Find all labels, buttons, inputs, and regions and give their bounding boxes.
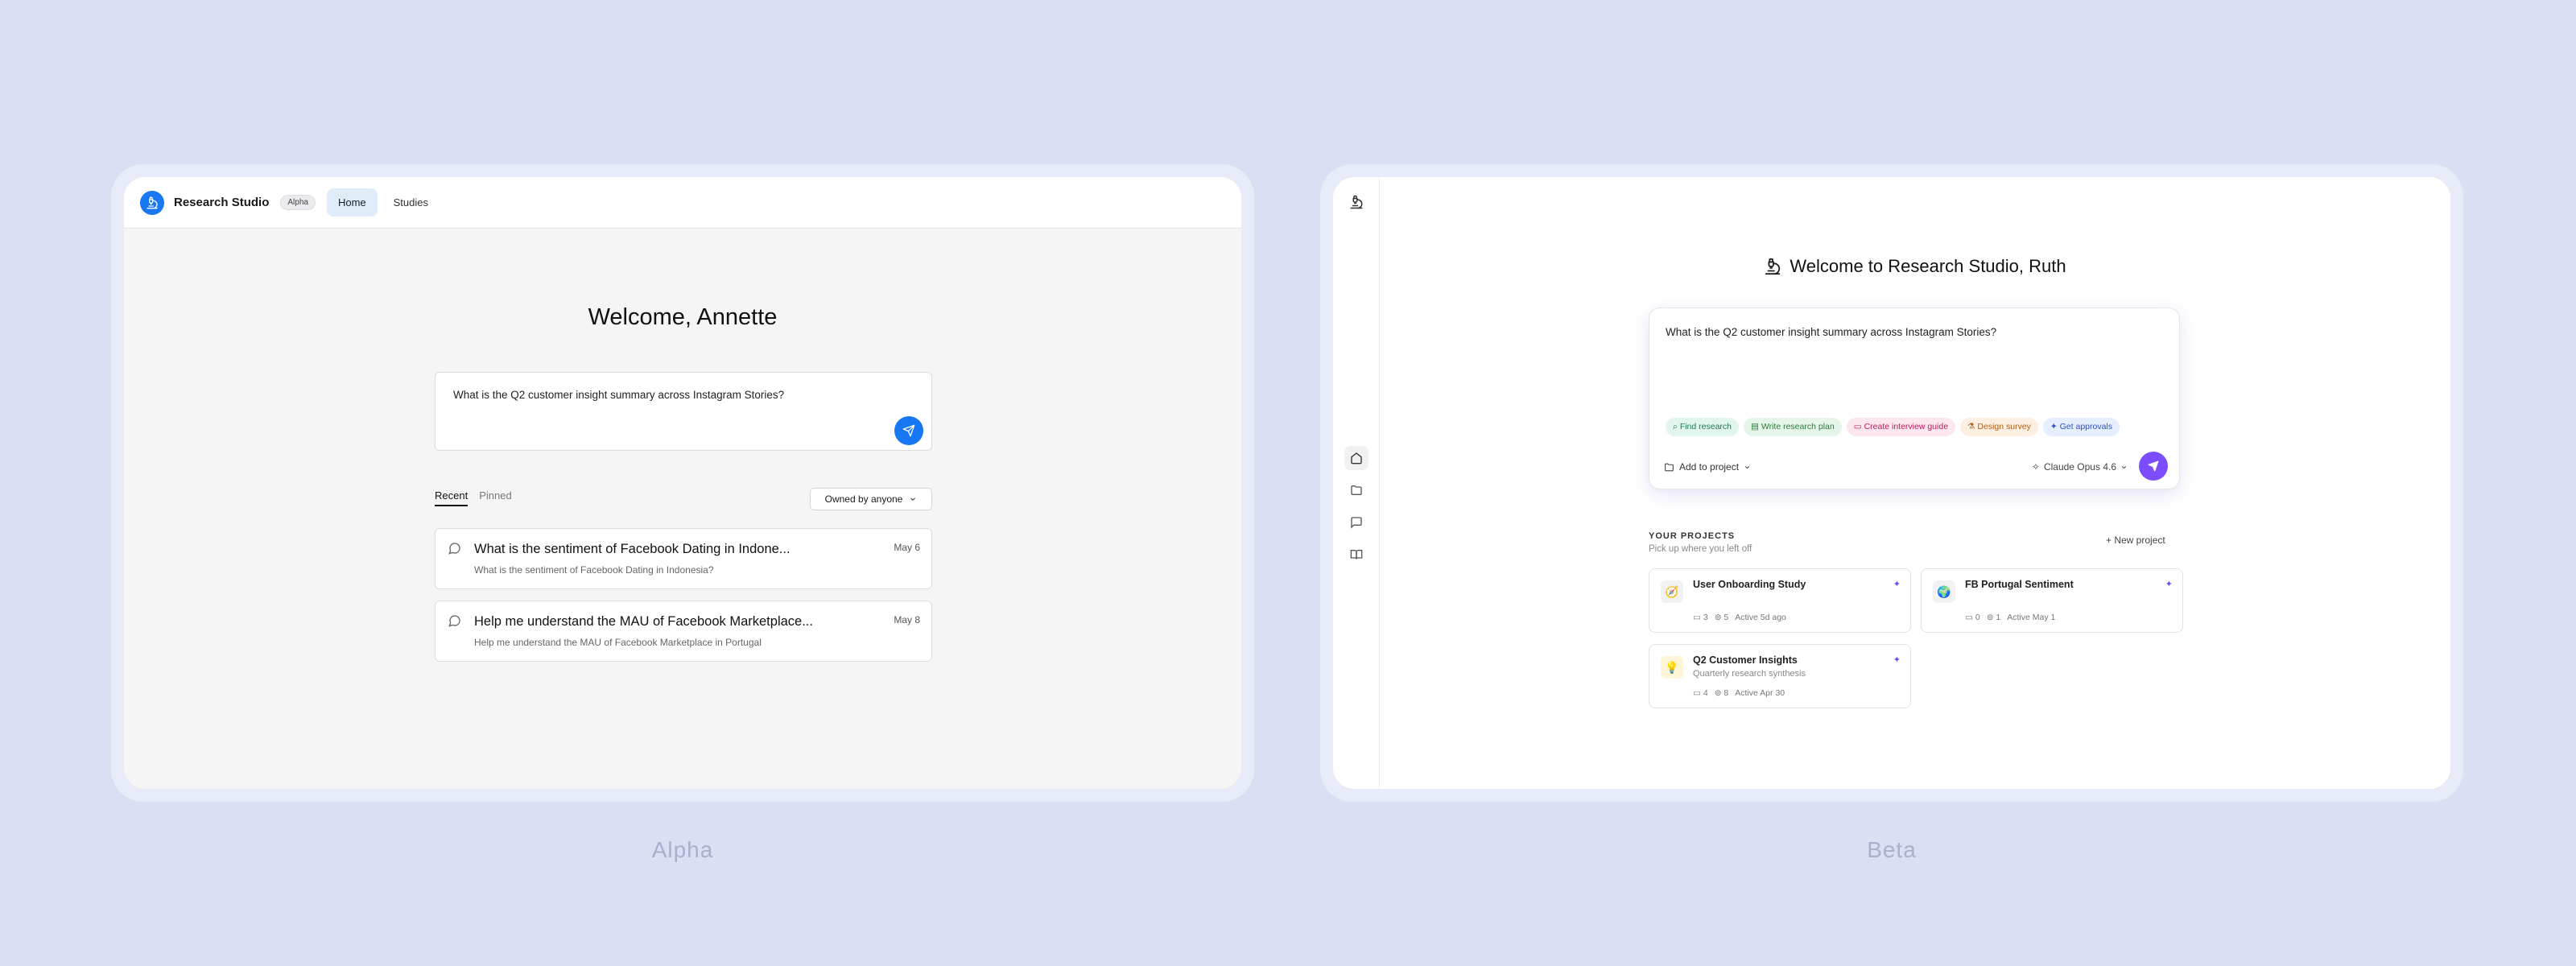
chip-find-research[interactable]: ⌕ Find research xyxy=(1666,418,1740,436)
chevron-down-icon xyxy=(2121,465,2127,469)
alpha-device-frame: Research Studio Alpha Home Studies Welco… xyxy=(111,164,1254,802)
chat-count: ▭ 4 xyxy=(1693,688,1708,698)
pin-icon[interactable]: ✦ xyxy=(1893,654,1901,665)
conversation-title: What is the sentiment of Facebook Dating… xyxy=(474,542,791,556)
alpha-screen: Research Studio Alpha Home Studies Welco… xyxy=(124,177,1241,789)
chip-design-survey[interactable]: ⚗ Design survey xyxy=(1960,418,2038,436)
chat-icon: ▭ xyxy=(1853,422,1864,431)
home-icon[interactable] xyxy=(1344,446,1368,470)
microscope-logo-icon[interactable] xyxy=(1344,190,1368,214)
side-rail xyxy=(1333,177,1380,789)
file-count: ⊚ 8 xyxy=(1714,688,1729,698)
conversation-list: What is the sentiment of Facebook Dating… xyxy=(435,528,932,673)
suggestion-chips: ⌕ Find research ▤ Write research plan ▭ … xyxy=(1666,418,2120,436)
project-title: User Onboarding Study xyxy=(1693,579,1806,590)
welcome-heading: Welcome to Research Studio, Ruth xyxy=(1380,256,2450,277)
tab-pinned[interactable]: Pinned xyxy=(479,489,511,506)
conversation-tabs: Recent Pinned xyxy=(435,489,512,506)
book-icon[interactable] xyxy=(1344,543,1368,567)
ask-input-value[interactable]: What is the Q2 customer insight summary … xyxy=(1666,326,1996,338)
owner-filter-dropdown[interactable]: Owned by anyone xyxy=(810,488,932,510)
projects-subheading: Pick up where you left off xyxy=(1649,544,1752,554)
chat-bubble-icon xyxy=(448,614,461,631)
conversation-subtitle: What is the sentiment of Facebook Dating… xyxy=(474,564,714,576)
ask-input[interactable]: What is the Q2 customer insight summary … xyxy=(435,372,932,451)
project-card[interactable]: 🌍 FB Portugal Sentiment ✦ ▭ 0 ⊚ 1 Active… xyxy=(1921,568,2183,633)
welcome-heading: Welcome, Annette xyxy=(588,304,778,330)
project-meta: ▭ 3 ⊚ 5 Active 5d ago xyxy=(1693,613,1786,622)
folder-icon xyxy=(1665,463,1674,471)
send-button[interactable] xyxy=(2139,452,2168,481)
sparkle-icon: ✧ xyxy=(2031,461,2040,473)
conversation-date: May 8 xyxy=(894,614,920,625)
chat-count: ▭ 0 xyxy=(1965,613,1980,622)
project-title: Q2 Customer Insights xyxy=(1693,654,1798,666)
project-meta: ▭ 4 ⊚ 8 Active Apr 30 xyxy=(1693,688,1785,698)
chip-write-research-plan[interactable]: ▤ Write research plan xyxy=(1744,418,1842,436)
ask-composer: What is the Q2 customer insight summary … xyxy=(1649,308,2180,489)
file-count: ⊚ 5 xyxy=(1714,613,1729,622)
chevron-down-icon xyxy=(910,497,916,501)
ask-input-value[interactable]: What is the Q2 customer insight summary … xyxy=(453,389,784,401)
nav-home[interactable]: Home xyxy=(326,188,378,217)
project-activity: Active Apr 30 xyxy=(1735,688,1785,698)
chat-icon[interactable] xyxy=(1344,510,1368,535)
plus-icon: + xyxy=(2106,535,2115,546)
sparkle-icon: ✦ xyxy=(2050,422,2060,431)
document-icon: ▤ xyxy=(1751,422,1761,431)
conversation-subtitle: Help me understand the MAU of Facebook M… xyxy=(474,637,762,648)
beta-device-frame: Welcome to Research Studio, Ruth What is… xyxy=(1320,164,2463,802)
project-card[interactable]: 💡 Q2 Customer Insights Quarterly researc… xyxy=(1649,644,1911,708)
globe-icon: 🌍 xyxy=(1933,580,1955,603)
project-card[interactable]: 🧭 User Onboarding Study ✦ ▭ 3 ⊚ 5 Active… xyxy=(1649,568,1911,633)
chip-create-interview-guide[interactable]: ▭ Create interview guide xyxy=(1846,418,1956,436)
lightbulb-icon: 💡 xyxy=(1661,656,1683,679)
chat-count: ▭ 3 xyxy=(1693,613,1708,622)
chevron-down-icon xyxy=(1744,465,1750,469)
pin-icon[interactable]: ✦ xyxy=(2165,579,2173,589)
list-item[interactable]: Help me understand the MAU of Facebook M… xyxy=(435,601,932,662)
send-icon xyxy=(2148,460,2159,472)
file-count: ⊚ 1 xyxy=(1986,613,2001,622)
version-badge: Alpha xyxy=(280,195,316,210)
search-icon: ⌕ xyxy=(1673,422,1680,431)
project-meta: ▭ 0 ⊚ 1 Active May 1 xyxy=(1965,613,2055,622)
welcome-text: Welcome to Research Studio, Ruth xyxy=(1790,256,2066,276)
tab-recent[interactable]: Recent xyxy=(435,489,469,506)
chat-bubble-icon xyxy=(448,542,461,559)
send-button[interactable] xyxy=(894,416,923,445)
top-nav: Home Studies xyxy=(326,188,440,217)
new-project-button[interactable]: + New project xyxy=(2106,535,2165,546)
project-activity: Active May 1 xyxy=(2007,613,2056,622)
folder-icon[interactable] xyxy=(1344,478,1368,502)
owner-filter-label: Owned by anyone xyxy=(824,493,903,505)
microscope-icon xyxy=(1765,258,1781,275)
pin-icon[interactable]: ✦ xyxy=(1893,579,1901,589)
chip-get-approvals[interactable]: ✦ Get approvals xyxy=(2042,418,2120,436)
alpha-caption: Alpha xyxy=(651,837,714,862)
compass-icon: 🧭 xyxy=(1661,580,1683,603)
send-icon xyxy=(902,424,915,437)
projects-heading: YOUR PROJECTS xyxy=(1649,531,1736,541)
conversation-title: Help me understand the MAU of Facebook M… xyxy=(474,614,813,629)
beta-screen: Welcome to Research Studio, Ruth What is… xyxy=(1333,177,2450,789)
project-subtitle: Quarterly research synthesis xyxy=(1693,669,1806,679)
survey-icon: ⚗ xyxy=(1967,422,1978,431)
beta-caption: Beta xyxy=(1867,837,1917,862)
project-activity: Active 5d ago xyxy=(1735,613,1786,622)
project-title: FB Portugal Sentiment xyxy=(1965,579,2074,590)
app-title: Research Studio xyxy=(174,196,270,209)
model-selector[interactable]: ✧ Claude Opus 4.6 xyxy=(2032,461,2128,473)
microscope-logo-icon[interactable] xyxy=(140,190,164,215)
conversation-date: May 6 xyxy=(894,542,920,553)
list-item[interactable]: What is the sentiment of Facebook Dating… xyxy=(435,528,932,589)
nav-studies[interactable]: Studies xyxy=(382,188,440,217)
alpha-top-bar: Research Studio Alpha Home Studies xyxy=(124,177,1241,229)
add-to-project-button[interactable]: Add to project xyxy=(1664,461,1751,473)
